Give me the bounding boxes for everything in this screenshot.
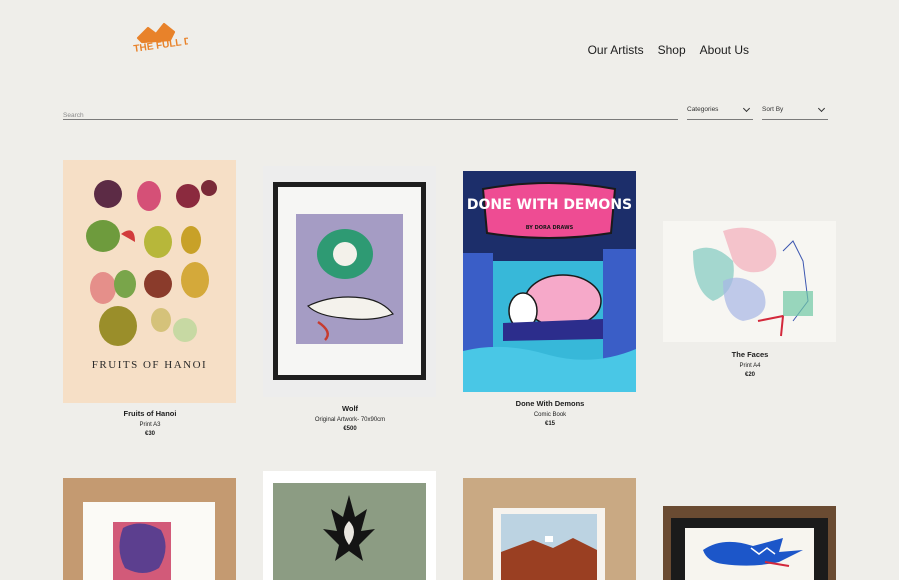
product-image[interactable]: FRUITS OF HANOI — [63, 160, 236, 403]
search-input[interactable] — [63, 111, 678, 120]
art-text: FRUITS OF HANOI — [92, 359, 207, 371]
nav-our-artists[interactable]: Our Artists — [588, 43, 644, 57]
product-image[interactable]: DONE WITH DEMONS BY DORA DRAWS — [463, 171, 636, 392]
product-image[interactable] — [663, 221, 836, 342]
product-title[interactable]: Wolf — [263, 404, 437, 413]
product-title[interactable]: The Faces — [663, 350, 837, 359]
product-meta: Done With Demons Comic Book €15 — [463, 399, 637, 427]
categories-label: Categories — [687, 106, 719, 113]
product-price: €30 — [144, 431, 155, 437]
product-price: €15 — [544, 421, 555, 427]
product-meta: Wolf Original Artwork- 70x90cm €500 — [263, 404, 437, 432]
product-image[interactable] — [263, 166, 436, 397]
product-meta: Fruits of Hanoi Print A3 €30 — [63, 409, 237, 437]
main-nav: Our Artists Shop About Us — [588, 43, 749, 57]
product-image[interactable] — [63, 478, 236, 580]
nav-about-us[interactable]: About Us — [700, 43, 749, 57]
product-subtitle: Print A4 — [739, 363, 761, 369]
chevron-down-icon — [742, 104, 751, 113]
product-meta: The Faces Print A4 €20 — [663, 350, 837, 378]
product-title[interactable]: Done With Demons — [463, 399, 637, 408]
sort-dropdown[interactable]: Sort By — [762, 104, 828, 120]
categories-dropdown[interactable]: Categories — [687, 104, 753, 120]
product-subtitle: Print A3 — [139, 422, 161, 428]
chevron-down-icon — [817, 104, 826, 113]
product-title[interactable]: Fruits of Hanoi — [63, 409, 237, 418]
search-bar — [63, 104, 678, 120]
product-price: €500 — [343, 426, 357, 432]
product-subtitle: Original Artwork- 70x90cm — [314, 417, 386, 423]
art-subtext: BY DORA DRAWS — [526, 225, 574, 231]
sort-label: Sort By — [762, 106, 784, 113]
nav-shop[interactable]: Shop — [658, 43, 686, 57]
product-price: €20 — [744, 372, 755, 378]
product-image[interactable] — [663, 506, 836, 580]
brand-logo[interactable]: THE FULL DRAWER — [130, 20, 188, 70]
product-image[interactable] — [263, 471, 436, 580]
product-subtitle: Comic Book — [533, 412, 567, 418]
art-text: DONE WITH DEMONS — [467, 197, 632, 213]
product-image[interactable] — [463, 478, 636, 580]
